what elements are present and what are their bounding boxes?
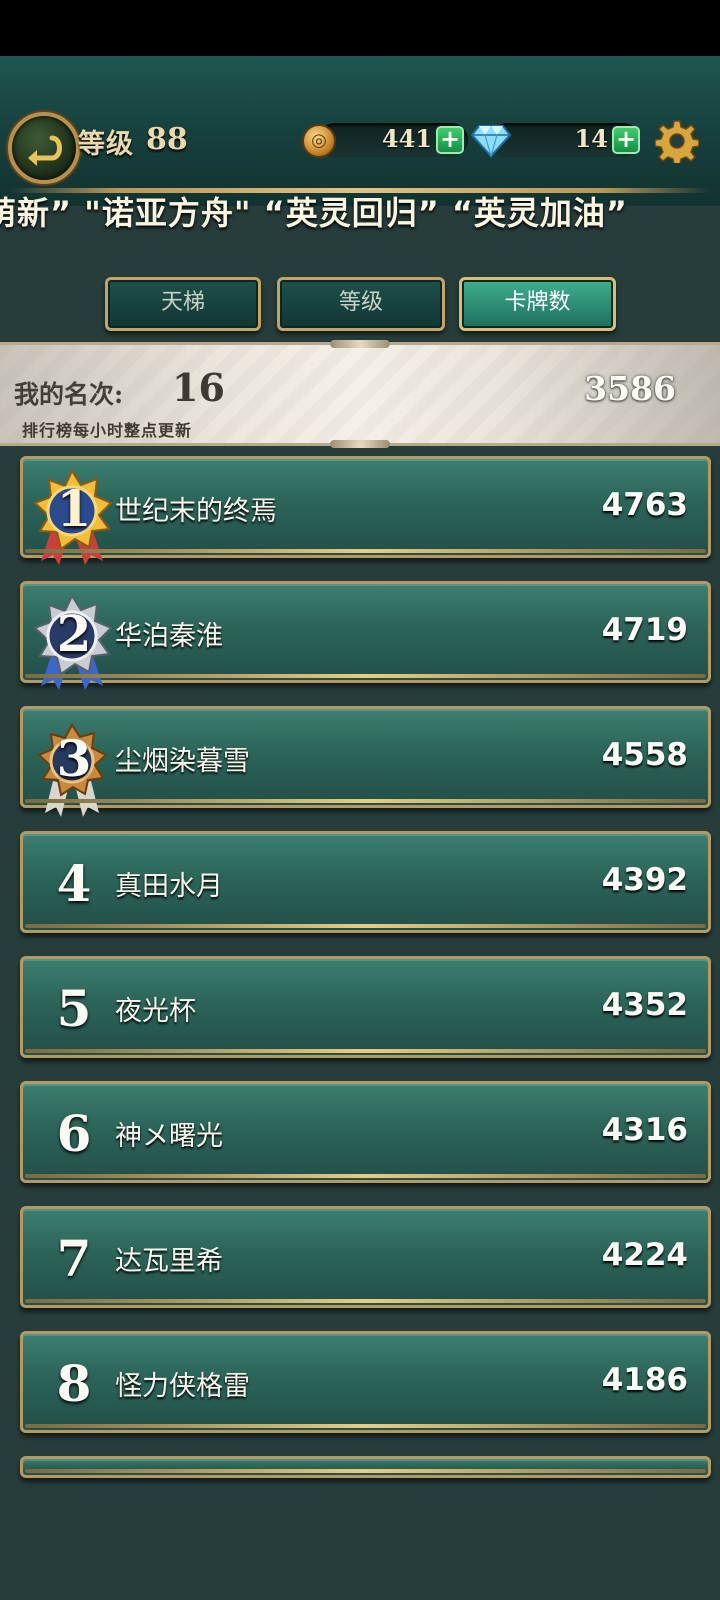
my-score: 3586 — [584, 369, 676, 408]
leaderboard-row[interactable]: 8 怪力侠格雷 4186 — [20, 1331, 711, 1433]
rank-number: 5 — [56, 979, 92, 1038]
my-rank-banner: 我的名次: 16 3586 排行榜每小时整点更新 — [0, 340, 720, 448]
player-name: 真田水月 — [115, 871, 223, 902]
player-name: 尘烟染暮雪 — [115, 746, 250, 777]
player-score: 4352 — [601, 987, 688, 1023]
player-name: 世纪末的终焉 — [115, 496, 277, 527]
level-value: 88 — [146, 122, 188, 157]
tab-card-count[interactable]: 卡牌数 — [459, 277, 616, 331]
leaderboard-row[interactable]: 4 真田水月 4392 — [20, 831, 711, 933]
update-note: 排行榜每小时整点更新 — [22, 421, 193, 440]
leaderboard-row[interactable]: 7 达瓦里希 4224 — [20, 1206, 711, 1308]
my-rank-value: 16 — [172, 365, 225, 410]
player-score: 4186 — [601, 1362, 688, 1398]
announcement-ticker: 萌新” "诺亚方舟" “英灵回归” “英灵加油” — [0, 186, 720, 236]
back-button[interactable] — [8, 112, 80, 184]
leaderboard-row[interactable]: 3 尘烟染暮雪 4558 — [20, 706, 711, 817]
tab-level[interactable]: 等级 — [277, 277, 445, 331]
banner-ornament-top — [330, 340, 390, 348]
player-score: 4316 — [601, 1112, 688, 1148]
back-arrow-icon — [28, 135, 62, 166]
player-score: 4392 — [601, 862, 688, 898]
player-score: 4763 — [601, 487, 688, 523]
rank-number: 7 — [56, 1229, 92, 1288]
diamond-icon — [471, 125, 511, 158]
player-name: 达瓦里希 — [115, 1246, 223, 1277]
banner-ornament-bottom — [330, 440, 390, 448]
tab-ladder[interactable]: 天梯 — [105, 277, 261, 331]
gold-amount: 441 — [381, 124, 432, 153]
header-divider — [10, 188, 710, 193]
rank-number: 3 — [56, 729, 92, 788]
ticker-text: 萌新” "诺亚方舟" “英灵回归” “英灵加油” — [0, 194, 628, 232]
level-label: 等级 — [78, 129, 134, 160]
player-score: 4558 — [601, 737, 688, 773]
leaderboard-row[interactable]: 2 华泊秦淮 4719 — [20, 581, 711, 690]
diamond-amount: 14 — [574, 124, 608, 153]
leaderboard-row[interactable]: 5 夜光杯 4352 — [20, 956, 711, 1058]
add-gold-button[interactable]: + — [436, 126, 464, 154]
player-name: 神メ曙光 — [115, 1121, 223, 1152]
gear-icon[interactable] — [655, 119, 699, 163]
leaderboard-row-partial[interactable] — [20, 1456, 711, 1478]
rank-number: 1 — [56, 479, 92, 538]
player-name: 怪力侠格雷 — [115, 1371, 250, 1402]
rank-number: 2 — [56, 604, 92, 663]
player-name: 夜光杯 — [115, 996, 196, 1027]
my-rank-label: 我的名次: — [14, 380, 124, 409]
rank-number: 8 — [56, 1354, 92, 1413]
leaderboard-row[interactable]: 1 世纪末的终焉 4763 — [20, 456, 711, 565]
leaderboard-row[interactable]: 6 神メ曙光 4316 — [20, 1081, 711, 1183]
player-score: 4224 — [601, 1237, 688, 1273]
rank-number: 6 — [56, 1104, 92, 1163]
player-score: 4719 — [601, 612, 688, 648]
add-diamond-button[interactable]: + — [612, 126, 640, 154]
rank-number: 4 — [56, 854, 92, 913]
gold-coin-icon: ◎ — [302, 124, 336, 158]
player-name: 华泊秦淮 — [115, 621, 223, 652]
status-bar — [0, 0, 720, 56]
